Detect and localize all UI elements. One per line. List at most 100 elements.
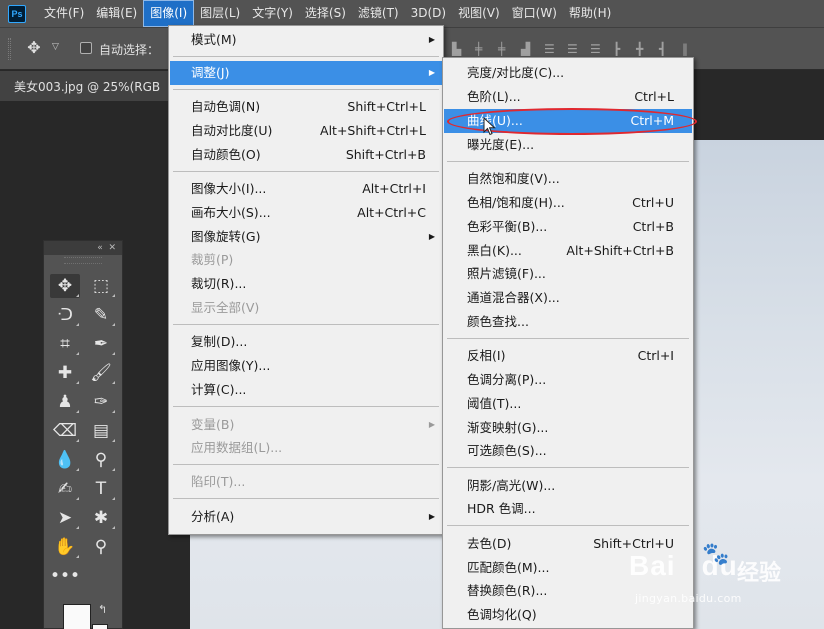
menu-image[interactable]: 图像(I) bbox=[143, 0, 195, 27]
menu-item-trim[interactable]: 裁切(R)... bbox=[170, 272, 442, 296]
menu-item-image-size[interactable]: 图像大小(I)... Alt+Ctrl+I bbox=[170, 177, 442, 201]
menu-item-calculations[interactable]: 计算(C)... bbox=[170, 378, 442, 402]
distribute-middle-icon[interactable]: ☰ bbox=[567, 42, 581, 56]
menu-item-exposure[interactable]: 曝光度(E)... bbox=[444, 133, 692, 157]
menu-item-trap: 陷印(T)... bbox=[170, 470, 442, 494]
menu-item-posterize[interactable]: 色调分离(P)... bbox=[444, 368, 692, 392]
lasso-icon[interactable]: ᑝ bbox=[50, 303, 80, 327]
distribute-center-icon[interactable]: ╋ bbox=[636, 42, 650, 56]
photoshop-logo-icon[interactable]: Ps bbox=[8, 4, 26, 23]
menu-item-mode[interactable]: 模式(M) ▶ bbox=[170, 28, 442, 52]
menu-item-label: 匹配颜色(M)... bbox=[467, 560, 550, 575]
align-center-icon[interactable]: ╪ bbox=[475, 42, 489, 56]
align-left-icon[interactable]: ▙ bbox=[452, 42, 466, 56]
distribute-bottom-icon[interactable]: ☰ bbox=[590, 42, 604, 56]
baidu-paw-icon: 🐾 bbox=[702, 542, 730, 567]
eyedropper-icon[interactable]: ✒ bbox=[86, 332, 116, 356]
custom-shape-icon[interactable]: ✱ bbox=[86, 506, 116, 530]
quick-select-icon[interactable]: ✎ bbox=[86, 303, 116, 327]
menu-item-auto-tone[interactable]: 自动色调(N) Shift+Ctrl+L bbox=[170, 95, 442, 119]
menu-item-label: 亮度/对比度(C)... bbox=[467, 65, 565, 80]
align-right-icon[interactable]: ╪ bbox=[498, 42, 512, 56]
menu-item-label: 复制(D)... bbox=[191, 334, 248, 349]
menu-item-selective-color[interactable]: 可选颜色(S)... bbox=[444, 439, 692, 463]
menu-item-hue-saturation[interactable]: 色相/饱和度(H)... Ctrl+U bbox=[444, 191, 692, 215]
menu-item-levels[interactable]: 色阶(L)... Ctrl+L bbox=[444, 85, 692, 109]
menu-item-brightness-contrast[interactable]: 亮度/对比度(C)... bbox=[444, 61, 692, 85]
menu-type[interactable]: 文字(Y) bbox=[246, 0, 299, 27]
align-justify-icon[interactable]: ▟ bbox=[521, 42, 535, 56]
menu-item-reveal-all: 显示全部(V) bbox=[170, 296, 442, 320]
menu-separator bbox=[447, 525, 689, 526]
menu-item-auto-color[interactable]: 自动颜色(O) Shift+Ctrl+B bbox=[170, 143, 442, 167]
menu-item-vibrance[interactable]: 自然饱和度(V)... bbox=[444, 167, 692, 191]
menu-item-crop: 裁剪(P) bbox=[170, 248, 442, 272]
menu-select[interactable]: 选择(S) bbox=[299, 0, 352, 27]
swap-colors-icon[interactable]: ↰ bbox=[98, 603, 107, 616]
menu-item-hdr-toning[interactable]: HDR 色调... bbox=[444, 497, 692, 521]
eraser-icon[interactable]: ⌫ bbox=[50, 419, 80, 443]
tools-panel-grip[interactable] bbox=[64, 257, 102, 264]
blur-icon[interactable]: 💧 bbox=[50, 448, 80, 472]
menu-item-label: HDR 色调... bbox=[467, 501, 536, 516]
move-icon[interactable]: ✥ bbox=[50, 274, 80, 298]
options-bar-grip[interactable] bbox=[8, 38, 11, 60]
menu-item-image-rotation[interactable]: 图像旋转(G) ▶ bbox=[170, 225, 442, 249]
menu-separator bbox=[173, 406, 439, 407]
pen-icon[interactable]: ✍ bbox=[50, 477, 80, 501]
menu-item-color-lookup[interactable]: 颜色查找... bbox=[444, 310, 692, 334]
foreground-color-swatch[interactable] bbox=[63, 604, 91, 629]
menu-item-duplicate[interactable]: 复制(D)... bbox=[170, 330, 442, 354]
menu-item-canvas-size[interactable]: 画布大小(S)... Alt+Ctrl+C bbox=[170, 201, 442, 225]
brush-icon[interactable]: 🖌 bbox=[86, 361, 116, 385]
path-selection-icon[interactable]: ➤ bbox=[50, 506, 80, 530]
menu-file[interactable]: 文件(F) bbox=[38, 0, 90, 27]
auto-select-checkbox[interactable] bbox=[80, 42, 92, 54]
menu-item-photo-filter[interactable]: 照片滤镜(F)... bbox=[444, 262, 692, 286]
history-brush-icon[interactable]: ✑ bbox=[86, 390, 116, 414]
more-tools-icon[interactable]: ••• bbox=[50, 564, 80, 588]
menu-window[interactable]: 窗口(W) bbox=[506, 0, 563, 27]
menu-item-shadows-highlights[interactable]: 阴影/高光(W)... bbox=[444, 474, 692, 498]
more-options-icon[interactable]: ‖ bbox=[682, 42, 696, 56]
distribute-left-icon[interactable]: ┣ bbox=[613, 42, 627, 56]
menu-item-label: 照片滤镜(F)... bbox=[467, 266, 546, 281]
background-color-swatch[interactable] bbox=[92, 624, 108, 629]
type-icon[interactable]: T bbox=[86, 477, 116, 501]
menu-item-auto-contrast[interactable]: 自动对比度(U) Alt+Shift+Ctrl+L bbox=[170, 119, 442, 143]
menu-filter[interactable]: 滤镜(T) bbox=[352, 0, 405, 27]
menu-layer[interactable]: 图层(L) bbox=[194, 0, 246, 27]
menu-help[interactable]: 帮助(H) bbox=[563, 0, 617, 27]
tools-panel-header[interactable]: « ✕ bbox=[44, 241, 122, 255]
menu-item-analysis[interactable]: 分析(A) ▶ bbox=[170, 505, 442, 529]
menu-item-threshold[interactable]: 阈值(T)... bbox=[444, 392, 692, 416]
gradient-icon[interactable]: ▤ bbox=[86, 419, 116, 443]
document-tab[interactable]: 美女003.jpg @ 25%(RGB bbox=[0, 71, 168, 101]
zoom-icon[interactable]: ⚲ bbox=[86, 535, 116, 559]
marquee-icon[interactable]: ⬚ bbox=[86, 274, 116, 298]
menu-separator bbox=[173, 56, 439, 57]
distribute-top-icon[interactable]: ☰ bbox=[544, 42, 558, 56]
menu-3d[interactable]: 3D(D) bbox=[405, 0, 452, 27]
hand-icon[interactable]: ✋ bbox=[50, 535, 80, 559]
menu-item-label: 可选颜色(S)... bbox=[467, 443, 547, 458]
chevron-down-icon[interactable]: ▽ bbox=[52, 42, 59, 52]
menu-item-apply-image[interactable]: 应用图像(Y)... bbox=[170, 354, 442, 378]
menu-item-black-white[interactable]: 黑白(K)... Alt+Shift+Ctrl+B bbox=[444, 239, 692, 263]
dodge-icon[interactable]: ⚲ bbox=[86, 448, 116, 472]
clone-stamp-icon[interactable]: ♟ bbox=[50, 390, 80, 414]
menu-item-channel-mixer[interactable]: 通道混合器(X)... bbox=[444, 286, 692, 310]
healing-brush-icon[interactable]: ✚ bbox=[50, 361, 80, 385]
crop-icon[interactable]: ⌗ bbox=[50, 332, 80, 356]
menu-edit[interactable]: 编辑(E) bbox=[90, 0, 143, 27]
menu-item-shortcut: Alt+Shift+Ctrl+B bbox=[566, 243, 674, 258]
menu-item-gradient-map[interactable]: 渐变映射(G)... bbox=[444, 416, 692, 440]
auto-select-label: 自动选择： bbox=[99, 43, 160, 57]
menu-item-invert[interactable]: 反相(I) Ctrl+I bbox=[444, 344, 692, 368]
menu-item-color-balance[interactable]: 色彩平衡(B)... Ctrl+B bbox=[444, 215, 692, 239]
move-tool-icon[interactable]: ✥ bbox=[22, 36, 46, 60]
menu-item-adjust[interactable]: 调整(J) ▶ bbox=[170, 61, 442, 85]
distribute-right-icon[interactable]: ┫ bbox=[659, 42, 673, 56]
menu-item-label: 调整(J) bbox=[191, 65, 230, 80]
menu-view[interactable]: 视图(V) bbox=[452, 0, 506, 27]
